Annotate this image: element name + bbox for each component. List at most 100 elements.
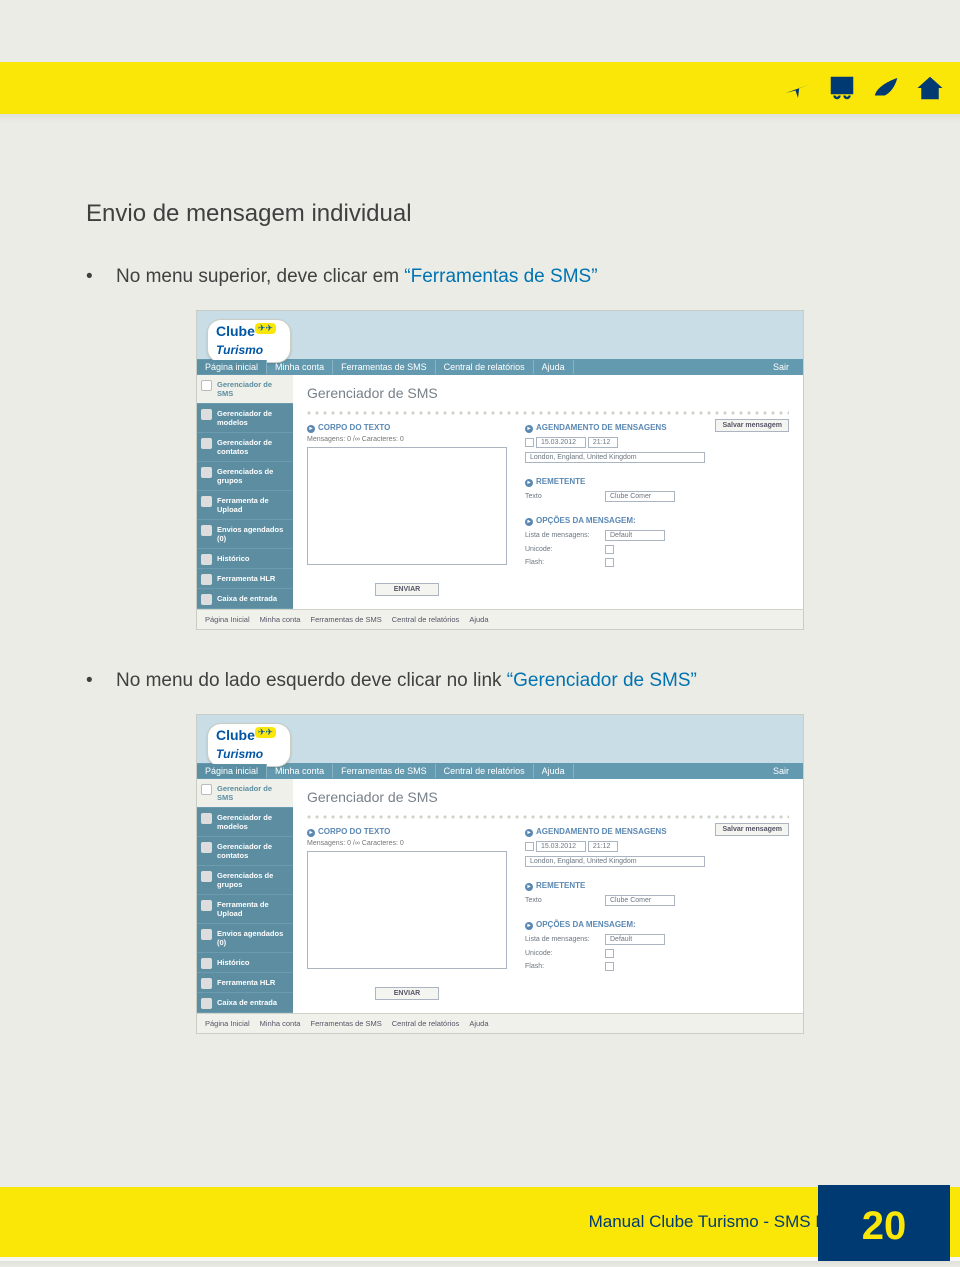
nav-minha-conta[interactable]: Minha conta xyxy=(267,360,333,374)
footer-nav-item[interactable]: Ferramentas de SMS xyxy=(310,615,381,624)
nav-ajuda[interactable]: Ajuda xyxy=(534,764,574,778)
sidebar-item-contatos[interactable]: Gerenciador de contatos xyxy=(197,837,293,866)
arrow-icon: ▸ xyxy=(307,829,315,837)
sidebar-item-modelos[interactable]: Gerenciador de modelos xyxy=(197,404,293,433)
schedule-time-input[interactable]: 21:12 xyxy=(588,841,618,852)
footer-nav-item[interactable]: Ajuda xyxy=(469,615,488,624)
divider-dots xyxy=(307,815,789,821)
unicode-label: Unicode: xyxy=(525,546,605,553)
footer-nav-item[interactable]: Ferramentas de SMS xyxy=(310,1019,381,1028)
timezone-select[interactable]: London, England, United Kingdom xyxy=(525,856,705,867)
airplane-icon xyxy=(782,73,814,103)
contacts-icon xyxy=(201,842,212,853)
page-number: 20 xyxy=(818,1185,950,1267)
timezone-select[interactable]: London, England, United Kingdom xyxy=(525,452,705,463)
sidebar-item-modelos[interactable]: Gerenciador de modelos xyxy=(197,808,293,837)
top-nav: Página inicial Minha conta Ferramentas d… xyxy=(197,763,803,779)
unicode-label: Unicode: xyxy=(525,950,605,957)
sidebar-item-agendados[interactable]: Envios agendados (0) xyxy=(197,924,293,953)
corpo-heading: ▸CORPO DO TEXTO xyxy=(307,827,507,837)
screenshot-1: Clube✈✈ Turismo Página inicial Minha con… xyxy=(196,310,886,630)
bullet-2: • No menu do lado esquerdo deve clicar n… xyxy=(86,670,886,692)
sidebar-item-hlr[interactable]: Ferramenta HLR xyxy=(197,569,293,589)
save-message-button[interactable]: Salvar mensagem xyxy=(715,419,789,432)
sidebar-item-contatos[interactable]: Gerenciador de contatos xyxy=(197,433,293,462)
schedule-checkbox[interactable] xyxy=(525,842,534,851)
remetente-input[interactable]: Clube Comer xyxy=(605,895,675,906)
sidebar: Gerenciador de SMS Gerenciador de modelo… xyxy=(197,779,293,1013)
nav-sair[interactable]: Sair xyxy=(759,764,803,778)
schedule-date-input[interactable]: 15.03.2012 xyxy=(536,437,586,448)
bus-icon xyxy=(826,73,858,103)
nav-central-relatorios[interactable]: Central de relatórios xyxy=(436,764,534,778)
sidebar-item-agendados[interactable]: Envios agendados (0) xyxy=(197,520,293,549)
sidebar-item-upload[interactable]: Ferramenta de Upload xyxy=(197,895,293,924)
sidebar-item-historico[interactable]: Histórico xyxy=(197,953,293,973)
sidebar-item-caixa-entrada[interactable]: Caixa de entrada xyxy=(197,589,293,609)
arrow-icon: ▸ xyxy=(307,425,315,433)
play-icon xyxy=(201,380,212,391)
footer-nav-item[interactable]: Minha conta xyxy=(260,615,301,624)
lista-select[interactable]: Default xyxy=(605,530,665,541)
sidebar-item-grupos[interactable]: Gerenciados de grupos xyxy=(197,866,293,895)
sidebar-item-hlr[interactable]: Ferramenta HLR xyxy=(197,973,293,993)
flash-checkbox[interactable] xyxy=(605,558,614,567)
lista-label: Lista de mensagens: xyxy=(525,532,605,539)
send-button[interactable]: ENVIAR xyxy=(375,583,439,596)
schedule-checkbox[interactable] xyxy=(525,438,534,447)
footer-nav-item[interactable]: Minha conta xyxy=(260,1019,301,1028)
nav-pagina-inicial[interactable]: Página inicial xyxy=(197,764,267,778)
logo-line2: Turismo xyxy=(216,343,263,357)
opcoes-heading: ▸OPÇÕES DA MENSAGEM: xyxy=(525,516,715,526)
schedule-date-input[interactable]: 15.03.2012 xyxy=(536,841,586,852)
home-icon xyxy=(914,73,946,103)
footer-nav-item[interactable]: Página Inicial xyxy=(205,615,250,624)
app-logo: Clube✈✈ Turismo xyxy=(207,723,291,767)
send-button[interactable]: ENVIAR xyxy=(375,987,439,1000)
group-icon xyxy=(201,871,212,882)
footer-nav-item[interactable]: Central de relatórios xyxy=(392,1019,460,1028)
clock-icon xyxy=(201,929,212,940)
sidebar-item-caixa-entrada[interactable]: Caixa de entrada xyxy=(197,993,293,1013)
remetente-input[interactable]: Clube Comer xyxy=(605,491,675,502)
footer-nav-item[interactable]: Ajuda xyxy=(469,1019,488,1028)
schedule-time-input[interactable]: 21:12 xyxy=(588,437,618,448)
nav-central-relatorios[interactable]: Central de relatórios xyxy=(436,360,534,374)
nav-ferramentas-sms[interactable]: Ferramentas de SMS xyxy=(333,360,436,374)
unicode-checkbox[interactable] xyxy=(605,949,614,958)
remetente-heading: ▸REMETENTE xyxy=(525,881,715,891)
message-counter: Mensagens: 0 /∞ Caracteres: 0 xyxy=(307,840,507,847)
folder-icon xyxy=(201,409,212,420)
flash-label: Flash: xyxy=(525,559,605,566)
nav-ferramentas-sms[interactable]: Ferramentas de SMS xyxy=(333,764,436,778)
sidebar-item-historico[interactable]: Histórico xyxy=(197,549,293,569)
message-textarea[interactable] xyxy=(307,851,507,969)
arrow-icon: ▸ xyxy=(525,883,533,891)
lista-select[interactable]: Default xyxy=(605,934,665,945)
bullet-1: • No menu superior, deve clicar em “Ferr… xyxy=(86,266,886,288)
save-message-button[interactable]: Salvar mensagem xyxy=(715,823,789,836)
nav-sair[interactable]: Sair xyxy=(759,360,803,374)
sidebar-item-upload[interactable]: Ferramenta de Upload xyxy=(197,491,293,520)
sidebar-item-gerenciador-sms[interactable]: Gerenciador de SMS xyxy=(197,375,293,404)
sidebar-item-grupos[interactable]: Gerenciados de grupos xyxy=(197,462,293,491)
footer-nav-item[interactable]: Central de relatórios xyxy=(392,615,460,624)
nav-pagina-inicial[interactable]: Página inicial xyxy=(197,360,267,374)
remetente-field-label: Texto xyxy=(525,897,605,904)
message-textarea[interactable] xyxy=(307,447,507,565)
nav-ajuda[interactable]: Ajuda xyxy=(534,360,574,374)
footer-nav-item[interactable]: Página Inicial xyxy=(205,1019,250,1028)
arrow-icon: ▸ xyxy=(525,922,533,930)
flash-checkbox[interactable] xyxy=(605,962,614,971)
upload-icon xyxy=(201,496,212,507)
screenshot-2: Clube✈✈ Turismo Página inicial Minha con… xyxy=(196,714,886,1034)
nav-minha-conta[interactable]: Minha conta xyxy=(267,764,333,778)
footer-nav: Página Inicial Minha conta Ferramentas d… xyxy=(197,609,803,629)
arrow-icon: ▸ xyxy=(525,829,533,837)
sidebar-item-gerenciador-sms[interactable]: Gerenciador de SMS xyxy=(197,779,293,808)
unicode-checkbox[interactable] xyxy=(605,545,614,554)
footer-nav: Página Inicial Minha conta Ferramentas d… xyxy=(197,1013,803,1033)
bullet-2-prefix: No menu do lado esquerdo deve clicar no … xyxy=(116,670,507,691)
section-title: Envio de mensagem individual xyxy=(86,200,886,228)
remetente-heading: ▸REMETENTE xyxy=(525,477,715,487)
